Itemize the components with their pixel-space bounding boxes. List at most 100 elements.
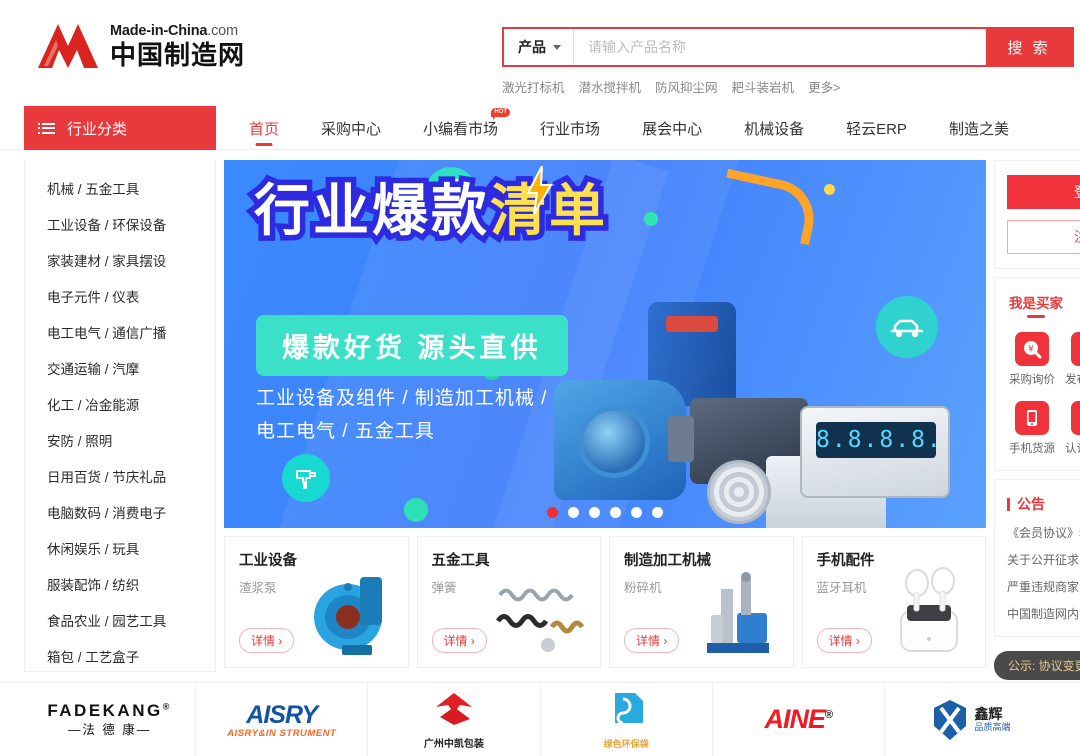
nav-item-expo-center[interactable]: 展会中心 xyxy=(621,106,723,150)
search-category-select[interactable]: 产品 xyxy=(504,29,574,65)
main-nav: 行业分类 首页 采购中心 小编看市场 HOT 行业市场 展会中心 机械设备 轻云E… xyxy=(0,106,1080,150)
product-card[interactable]: 工业设备 渣浆泵 详情 › xyxy=(224,536,409,668)
nav-item-beauty-of-manufacturing[interactable]: 制造之美 xyxy=(928,106,1030,150)
card-detail-button[interactable]: 详情 › xyxy=(239,628,295,653)
springs-icon xyxy=(495,588,585,652)
nav-item-erp[interactable]: 轻云ERP xyxy=(825,106,928,150)
sidebar-item-transport[interactable]: 交通运输 / 汽摩 xyxy=(25,350,215,386)
sidebar-item-electrical[interactable]: 电工电气 / 通信广播 xyxy=(25,314,215,350)
nav-label: 首页 xyxy=(249,120,280,138)
logo-en: Made-in-China.com xyxy=(110,23,238,40)
sidebar-item-industrial[interactable]: 工业设备 / 环保设备 xyxy=(25,206,215,242)
sidebar-item-daily-goods[interactable]: 日用百货 / 节庆礼品 xyxy=(25,458,215,494)
slurry-pump-icon xyxy=(313,577,382,655)
xinhui-logo-icon: 鑫辉 品质高端 xyxy=(930,698,1010,742)
quick-link-publish-purchase[interactable]: 发布采购 xyxy=(1063,332,1080,387)
brand-logo-aine[interactable]: AINE® xyxy=(713,682,885,756)
nav-item-market-watch[interactable]: 小编看市场 HOT xyxy=(402,106,519,150)
banner-title: 行业爆款清单 xyxy=(249,176,611,246)
banner-dot-5[interactable] xyxy=(631,507,642,518)
sidebar-item-electronics[interactable]: 电子元件 / 仪表 xyxy=(25,278,215,314)
login-button[interactable]: 登录 xyxy=(1007,175,1080,209)
role-tabs: 我是买家 我是卖家 xyxy=(1007,292,1080,318)
card-detail-button[interactable]: 详情 › xyxy=(431,628,487,653)
brand-tagline: AISRY&IN STRUMENT xyxy=(227,727,337,739)
banner-dot-6[interactable] xyxy=(652,507,663,518)
product-card-row: 工业设备 渣浆泵 详情 › 五金工具 弹簧 详情 › 制造加工机械 粉碎机 详情… xyxy=(224,536,986,668)
center-column: 8.8.8.8. 行业爆款清单 爆款好货 源头直供 工业设备及组件 / 制造加工… xyxy=(224,160,986,680)
nav-item-home[interactable]: 首页 xyxy=(228,106,300,150)
brand-logo-strip: FADEKANG® —法 德 康— AISRY AISRY&IN STRUMEN… xyxy=(0,682,1080,756)
site-logo[interactable]: Made-in-China.com 中国制造网 xyxy=(36,22,245,70)
product-card[interactable]: 五金工具 弹簧 详情 › xyxy=(416,536,601,668)
search-input[interactable] xyxy=(574,29,986,65)
sidebar-item-security-lighting[interactable]: 安防 / 照明 xyxy=(25,422,215,458)
sidebar-item-luggage[interactable]: 箱包 / 工艺盒子 xyxy=(25,638,215,674)
quick-link-mobile-supply[interactable]: 手机货源 xyxy=(1007,401,1057,456)
certified-supply-icon xyxy=(1071,401,1080,435)
notice-item[interactable]: 《会员协议》和《隐私政策》更新公告 xyxy=(1007,524,1080,541)
hero-banner[interactable]: 8.8.8.8. 行业爆款清单 爆款好货 源头直供 工业设备及组件 / 制造加工… xyxy=(224,160,986,528)
hot-keyword[interactable]: 激光打标机 xyxy=(502,77,565,96)
quick-entry-box: 我是买家 我是卖家 ¥ 采购询价 发布采购 xyxy=(994,277,1080,471)
content-area: 机械 / 五金工具 工业设备 / 环保设备 家装建材 / 家具摆设 电子元件 /… xyxy=(0,150,1080,680)
search-button[interactable]: 搜 索 xyxy=(986,29,1072,65)
notice-title: 公告 xyxy=(1007,494,1080,514)
quick-link-certified-supply[interactable]: 认证供应 xyxy=(1063,401,1080,456)
banner-dot-2[interactable] xyxy=(568,507,579,518)
banner-description: 工业设备及组件 / 制造加工机械 / 电工电气 / 五金工具 xyxy=(256,382,547,449)
aisry-logo-icon: AISRY AISRY&IN STRUMENT xyxy=(227,701,336,739)
card-detail-button[interactable]: 详情 › xyxy=(816,628,872,653)
brand-logo-xinhui[interactable]: 鑫辉 品质高端 xyxy=(885,683,1056,756)
lightning-bolt-icon xyxy=(524,165,554,221)
sidebar-item-apparel[interactable]: 服装配饰 / 纺织 xyxy=(25,566,215,602)
nav-item-industry-market[interactable]: 行业市场 xyxy=(519,106,621,150)
sidebar-item-computer-digital[interactable]: 电脑数码 / 消费电子 xyxy=(25,494,215,530)
quick-link-price-inquiry[interactable]: ¥ 采购询价 xyxy=(1007,332,1057,387)
brand-logo-bag[interactable]: 绿色环保袋 xyxy=(541,682,713,756)
announcement-pill[interactable]: 公示: 协议变更通知 xyxy=(994,651,1080,680)
brand-logo-fadekang[interactable]: FADEKANG® —法 德 康— xyxy=(24,682,197,756)
brand-name-cn: 广州中凯包装 xyxy=(423,739,484,750)
notice-item[interactable]: 严重违规商家公示（2023年第三期） xyxy=(1007,578,1080,595)
banner-subtitle: 爆款好货 源头直供 xyxy=(256,315,568,376)
sidebar-item-food-agriculture[interactable]: 食品农业 / 园艺工具 xyxy=(25,602,215,638)
register-button[interactable]: 注册 xyxy=(1007,220,1080,254)
sidebar-item-home-building[interactable]: 家装建材 / 家具摆设 xyxy=(25,242,215,278)
nav-item-machinery[interactable]: 机械设备 xyxy=(723,106,825,150)
nav-label: 制造之美 xyxy=(948,120,1009,138)
swoosh-decor xyxy=(716,168,821,246)
sidebar-item-machinery[interactable]: 机械 / 五金工具 xyxy=(25,170,215,206)
hot-keyword[interactable]: 潜水搅拌机 xyxy=(579,77,642,96)
brand-name-cn: 绿色环保袋 xyxy=(603,739,649,749)
nav-label: 机械设备 xyxy=(744,120,805,138)
hot-keywords-more[interactable]: 更多> xyxy=(808,77,840,96)
banner-dot-4[interactable] xyxy=(610,507,621,518)
page-root: Made-in-China.com 中国制造网 产品 搜 索 激光打标机 潜水搅… xyxy=(0,0,1080,756)
price-inquiry-icon: ¥ xyxy=(1015,332,1049,366)
notice-item[interactable]: 中国制造网内贸站关于知识产权保护的声明 xyxy=(1007,605,1080,622)
search-category-label: 产品 xyxy=(518,39,546,55)
notice-item[interactable]: 关于公开征求《网络交易平台规则》意见 xyxy=(1007,551,1080,568)
sidebar-item-chemical[interactable]: 化工 / 冶金能源 xyxy=(25,386,215,422)
notice-title-text: 公告 xyxy=(1017,496,1045,512)
brand-logo-zhongkai[interactable]: 广州中凯包装 xyxy=(368,682,541,756)
nav-label: 小编看市场 xyxy=(423,120,499,138)
nav-item-purchasing[interactable]: 采购中心 xyxy=(300,106,402,150)
banner-dot-3[interactable] xyxy=(589,507,600,518)
banner-title-part1: 行业爆款 xyxy=(249,176,493,246)
brand-tagline: 品质高端 xyxy=(974,722,1011,733)
product-card[interactable]: 手机配件 蓝牙耳机 详情 › xyxy=(801,536,986,668)
industry-category-button[interactable]: 行业分类 xyxy=(24,106,216,150)
product-card[interactable]: 制造加工机械 粉碎机 详情 › xyxy=(609,536,794,668)
dot-decor xyxy=(824,184,835,195)
banner-dot-1[interactable] xyxy=(547,507,558,518)
hot-keyword[interactable]: 防风抑尘网 xyxy=(655,77,718,96)
hot-keyword[interactable]: 耙斗装岩机 xyxy=(732,77,795,96)
card-detail-button[interactable]: 详情 › xyxy=(624,628,680,653)
hot-badge-icon: HOT xyxy=(491,108,511,120)
sidebar-item-leisure-toys[interactable]: 休闲娱乐 / 玩具 xyxy=(25,530,215,566)
right-rail: 登录 注册 我是买家 我是卖家 ¥ 采购询价 xyxy=(994,160,1080,680)
brand-logo-aisry[interactable]: AISRY AISRY&IN STRUMENT xyxy=(196,682,369,756)
tab-buyer[interactable]: 我是买家 xyxy=(1009,292,1063,318)
